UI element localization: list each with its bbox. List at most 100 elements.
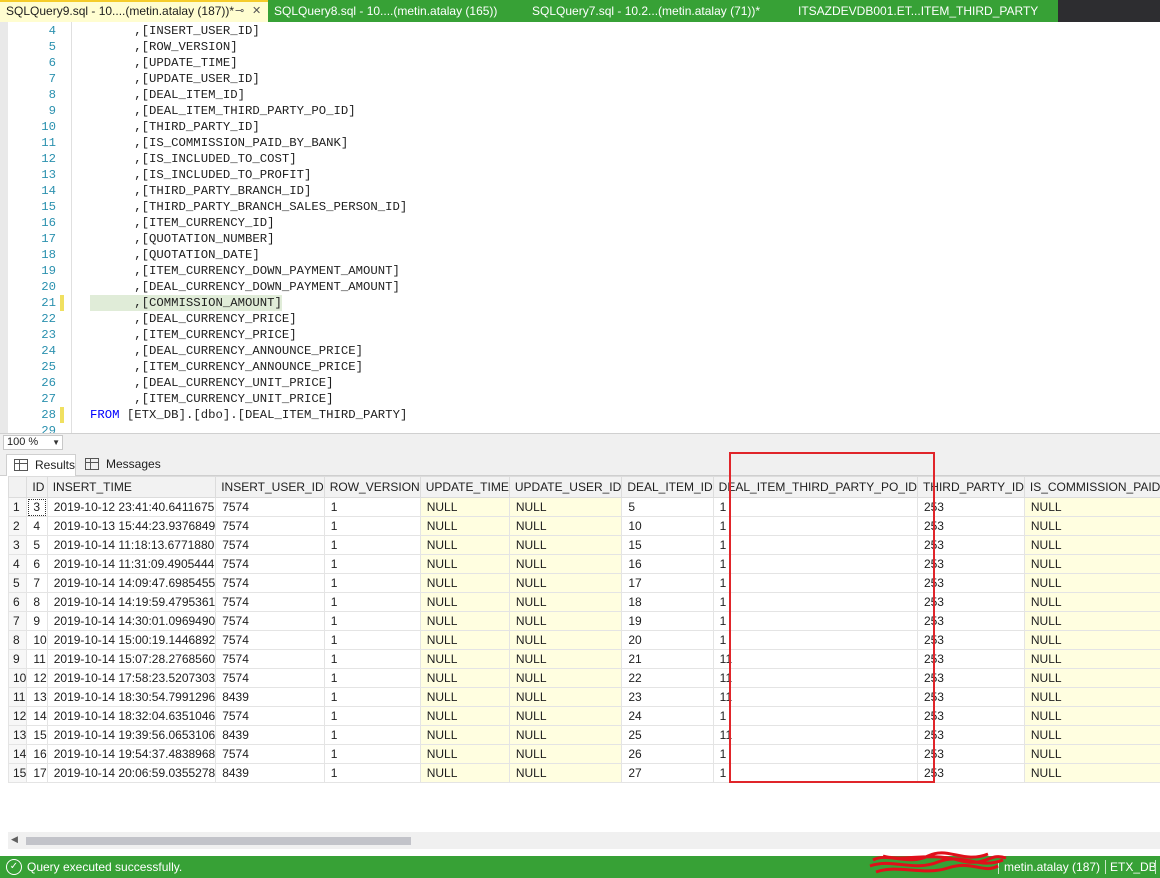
row-number-cell[interactable]: 5 <box>7 573 28 593</box>
grid-cell[interactable]: 7574 <box>215 649 325 669</box>
grid-cell[interactable]: NULL <box>419 592 510 612</box>
scroll-left-icon[interactable]: ◀ <box>11 834 18 845</box>
code-line[interactable]: 24 ,[DEAL_CURRENCY_ANNOUNCE_PRICE] <box>0 343 1160 359</box>
grid-cell[interactable]: 25 <box>621 725 714 745</box>
code-line[interactable]: 10 ,[THIRD_PARTY_ID] <box>0 119 1160 135</box>
table-row[interactable]: 12 14 2019-10-14 18:32:04.6351046 7574 1 NULL… <box>7 706 1160 726</box>
code-line[interactable]: 25 ,[ITEM_CURRENCY_ANNOUNCE_PRICE] <box>0 359 1160 375</box>
grid-cell[interactable]: 5 <box>26 535 48 555</box>
grid-cell[interactable]: 1 <box>323 725 421 745</box>
grid-cell[interactable]: 20 <box>621 630 714 650</box>
grid-cell[interactable]: NULL <box>419 763 510 783</box>
grid-cell[interactable]: 23 <box>621 687 714 707</box>
grid-cell[interactable]: 1 <box>323 573 421 593</box>
code-line[interactable]: 20 ,[DEAL_CURRENCY_DOWN_PAYMENT_AMOUNT] <box>0 279 1160 295</box>
code-line[interactable]: 13 ,[IS_INCLUDED_TO_PROFIT] <box>0 167 1160 183</box>
grid-cell[interactable]: 2019-10-14 18:32:04.6351046 <box>46 706 217 726</box>
table-row[interactable]: 14 16 2019-10-14 19:54:37.4838968 7574 1 NULL… <box>7 744 1160 764</box>
close-icon[interactable]: ✕ <box>252 2 261 21</box>
grid-cell[interactable]: 253 <box>916 668 1025 688</box>
grid-cell[interactable]: NULL <box>419 687 510 707</box>
column-header[interactable]: UPDATE_USER_ID <box>508 476 623 498</box>
grid-cell[interactable]: 2019-10-14 20:06:59.0355278 <box>46 763 217 783</box>
grid-cell[interactable]: NULL <box>508 687 623 707</box>
row-number-cell[interactable]: 1 <box>7 497 28 517</box>
table-row[interactable]: 5 7 2019-10-14 14:09:47.6985455 7574 1 NULL NU… <box>7 573 1160 593</box>
grid-cell[interactable]: NULL <box>508 744 623 764</box>
grid-cell[interactable]: 253 <box>916 611 1025 631</box>
grid-cell[interactable]: 253 <box>916 497 1025 517</box>
grid-cell[interactable]: 16 <box>621 554 714 574</box>
table-row[interactable]: 1 3 2019-10-12 23:41:40.6411675 7574 1 NULL NU… <box>7 497 1160 517</box>
row-number-cell[interactable]: 3 <box>7 535 28 555</box>
grid-cell[interactable]: 2019-10-14 11:31:09.4905444 <box>46 554 217 574</box>
column-header[interactable]: ID <box>26 476 48 498</box>
grid-cell[interactable]: 8439 <box>215 687 325 707</box>
grid-cell[interactable]: 8439 <box>215 725 325 745</box>
code-line[interactable]: 28 FROM [ETX_DB].[dbo].[DEAL_ITEM_THIRD_P… <box>0 407 1160 423</box>
table-row[interactable]: 3 5 2019-10-14 11:18:13.6771880 7574 1 NULL NU… <box>7 535 1160 555</box>
grid-cell[interactable]: 12 <box>26 668 48 688</box>
grid-cell[interactable]: 6 <box>26 554 48 574</box>
grid-cell[interactable]: 22 <box>621 668 714 688</box>
grid-cell[interactable]: 11 <box>712 668 918 688</box>
grid-cell[interactable]: 253 <box>916 706 1025 726</box>
grid-cell[interactable]: 1 <box>712 706 918 726</box>
grid-cell[interactable]: 2019-10-14 19:39:56.0653106 <box>46 725 217 745</box>
grid-cell[interactable]: 11 <box>26 649 48 669</box>
grid-cell[interactable]: 16 <box>26 744 48 764</box>
grid-cell[interactable]: NULL <box>508 592 623 612</box>
grid-cell[interactable]: NULL <box>419 706 510 726</box>
grid-cell[interactable]: NULL <box>508 706 623 726</box>
code-line[interactable]: 27 ,[ITEM_CURRENCY_UNIT_PRICE] <box>0 391 1160 407</box>
code-line[interactable]: 17 ,[QUOTATION_NUMBER] <box>0 231 1160 247</box>
code-line[interactable]: 21 ,[COMMISSION_AMOUNT] <box>0 295 1160 311</box>
tab-sqlquery8[interactable]: SQLQuery8.sql - 10....(metin.atalay (165… <box>268 0 526 22</box>
grid-cell[interactable]: 7 <box>26 573 48 593</box>
grid-cell[interactable]: 4 <box>26 516 48 536</box>
grid-cell[interactable]: 7574 <box>215 706 325 726</box>
code-line[interactable]: 5 ,[ROW_VERSION] <box>0 39 1160 55</box>
grid-cell[interactable]: 7574 <box>215 554 325 574</box>
grid-cell[interactable]: 1 <box>712 497 918 517</box>
grid-cell[interactable]: 1 <box>323 497 421 517</box>
grid-cell[interactable]: 10 <box>621 516 714 536</box>
grid-cell[interactable]: 1 <box>323 649 421 669</box>
row-number-cell[interactable]: 15 <box>7 763 28 783</box>
table-row[interactable]: 13 15 2019-10-14 19:39:56.0653106 8439 1 NULL… <box>7 725 1160 745</box>
horizontal-scrollbar[interactable]: ◀ <box>8 832 1160 849</box>
grid-cell[interactable]: NULL <box>1023 573 1160 593</box>
grid-cell[interactable]: 1 <box>712 516 918 536</box>
grid-cell[interactable]: 19 <box>621 611 714 631</box>
grid-cell[interactable]: 7574 <box>215 535 325 555</box>
grid-cell[interactable]: 2019-10-14 15:07:28.2768560 <box>46 649 217 669</box>
grid-cell[interactable]: 253 <box>916 687 1025 707</box>
grid-cell[interactable]: 253 <box>916 744 1025 764</box>
grid-cell[interactable]: 17 <box>621 573 714 593</box>
grid-cell[interactable]: 1 <box>323 744 421 764</box>
table-row[interactable]: 10 12 2019-10-14 17:58:23.5207303 7574 1 NULL… <box>7 668 1160 688</box>
grid-cell[interactable]: 1 <box>712 554 918 574</box>
table-row[interactable]: 6 8 2019-10-14 14:19:59.4795361 7574 1 NULL NU… <box>7 592 1160 612</box>
grid-cell[interactable]: 1 <box>323 763 421 783</box>
grid-cell[interactable]: 2019-10-14 18:30:54.7991296 <box>46 687 217 707</box>
code-line[interactable]: 15 ,[THIRD_PARTY_BRANCH_SALES_PERSON_ID] <box>0 199 1160 215</box>
grid-cell[interactable]: 1 <box>323 592 421 612</box>
grid-cell[interactable]: NULL <box>1023 535 1160 555</box>
table-row[interactable]: 7 9 2019-10-14 14:30:01.0969490 7574 1 NULL NU… <box>7 611 1160 631</box>
grid-cell[interactable]: NULL <box>419 535 510 555</box>
grid-cell[interactable]: NULL <box>508 649 623 669</box>
row-number-cell[interactable]: 10 <box>7 668 28 688</box>
grid-cell[interactable]: NULL <box>1023 630 1160 650</box>
grid-cell[interactable]: 18 <box>621 592 714 612</box>
grid-cell[interactable]: NULL <box>508 630 623 650</box>
grid-cell[interactable]: 1 <box>712 611 918 631</box>
grid-cell[interactable]: 2019-10-14 11:18:13.6771880 <box>46 535 217 555</box>
grid-cell[interactable]: 1 <box>712 763 918 783</box>
column-header[interactable]: ROW_VERSION <box>323 476 421 498</box>
grid-cell[interactable]: NULL <box>1023 763 1160 783</box>
grid-cell[interactable]: NULL <box>1023 611 1160 631</box>
code-line[interactable]: 23 ,[ITEM_CURRENCY_PRICE] <box>0 327 1160 343</box>
table-row[interactable]: 8 10 2019-10-14 15:00:19.1446892 7574 1 NULL N… <box>7 630 1160 650</box>
grid-cell[interactable]: 253 <box>916 592 1025 612</box>
